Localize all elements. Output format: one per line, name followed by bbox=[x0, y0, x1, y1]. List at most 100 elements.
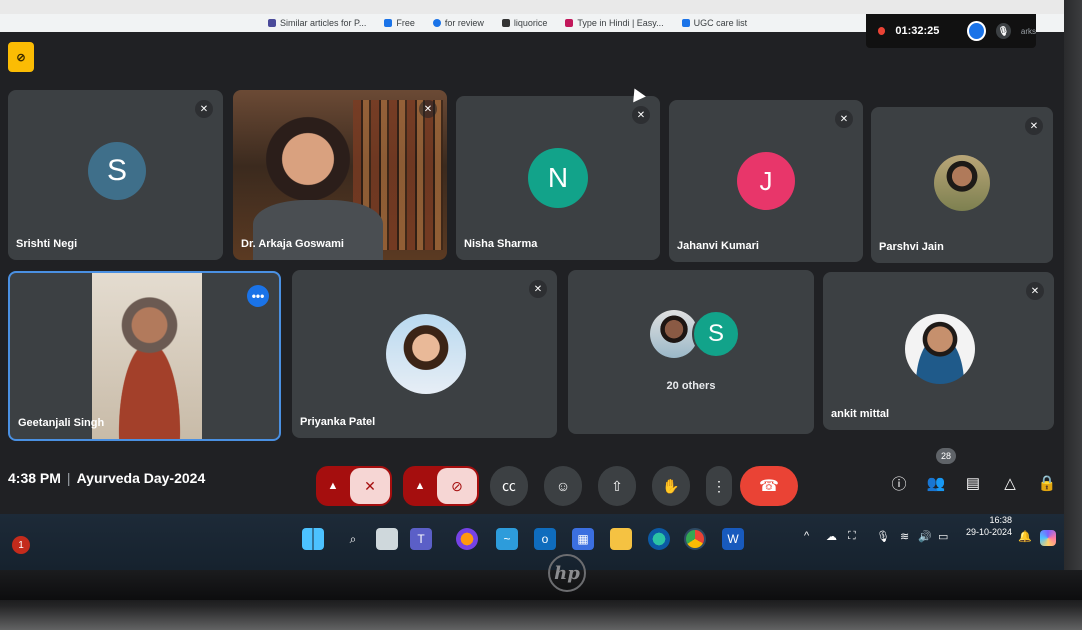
bookmark-icon bbox=[501, 19, 510, 27]
wifi-icon[interactable]: ≋ bbox=[900, 530, 909, 543]
raise-hand-button[interactable]: ✋ bbox=[652, 466, 690, 506]
participant-name: ankit mittal bbox=[831, 408, 890, 420]
recording-dot-icon bbox=[878, 27, 886, 35]
meeting-time: 4:38 PM bbox=[8, 470, 61, 486]
mic-off-icon: ✕ bbox=[632, 106, 650, 124]
task-view-icon[interactable] bbox=[376, 528, 398, 550]
activities-button[interactable]: △ bbox=[999, 472, 1021, 494]
person-figure bbox=[102, 293, 197, 439]
notifications-bell-icon[interactable]: 🔔 bbox=[1018, 530, 1032, 543]
profile-photo bbox=[650, 310, 698, 358]
bookmark-for-review[interactable]: for review bbox=[432, 18, 484, 28]
emoji-button[interactable]: ☺ bbox=[544, 466, 582, 506]
bookmark-free[interactable]: Free bbox=[384, 18, 415, 28]
bookmark-liquorice[interactable]: liquorice bbox=[501, 18, 547, 28]
avatar: S bbox=[692, 310, 740, 358]
bookmark-similar-articles[interactable]: Similar articles for P... bbox=[268, 18, 366, 28]
mic-icon[interactable]: 🎙 bbox=[996, 23, 1011, 39]
host-controls-button[interactable]: 🔒 bbox=[1036, 472, 1058, 494]
clock-time: 16:38 bbox=[989, 515, 1012, 525]
participant-tile[interactable]: ✕ Priyanka Patel bbox=[292, 270, 557, 438]
stop-recording-button[interactable] bbox=[967, 21, 987, 41]
volume-icon[interactable]: 🔊 bbox=[918, 530, 932, 543]
system-clock[interactable]: 16:38 29-10-2024 bbox=[962, 514, 1012, 538]
mic-toggle-button[interactable]: ✕ bbox=[350, 468, 390, 504]
present-button[interactable]: ⇧ bbox=[598, 466, 636, 506]
notification-badge[interactable]: 1 bbox=[12, 536, 30, 554]
outlook-icon[interactable]: o bbox=[534, 528, 556, 550]
participant-tile[interactable]: ✕ Parshvi Jain bbox=[871, 107, 1053, 263]
mic-off-icon: ✕ bbox=[835, 110, 853, 128]
captions-button[interactable]: ㏄ bbox=[490, 466, 528, 506]
chevron-up-icon[interactable]: ▲ bbox=[316, 480, 350, 492]
meeting-details: 4:38 PM | Ayurveda Day-2024 bbox=[8, 470, 205, 486]
participant-tile[interactable]: ✕ ankit mittal bbox=[823, 272, 1054, 430]
file-explorer-icon[interactable] bbox=[610, 528, 632, 550]
bookmarks-tail-text: arks bbox=[1020, 26, 1036, 36]
hp-logo: hp bbox=[548, 554, 586, 592]
person-body bbox=[253, 200, 383, 260]
end-call-button[interactable]: ☎ bbox=[740, 466, 798, 506]
participant-tile-video[interactable]: ✕ Dr. Arkaja Goswami bbox=[233, 90, 447, 260]
word-icon[interactable]: W bbox=[722, 528, 744, 550]
chevron-up-icon[interactable]: ^ bbox=[804, 530, 809, 542]
recording-time: 01:32:25 bbox=[895, 25, 940, 37]
search-icon[interactable]: ⌕ bbox=[342, 528, 364, 550]
participant-name: Srishti Negi bbox=[16, 238, 78, 250]
cloud-icon[interactable]: ☁ bbox=[826, 530, 837, 543]
mic-control-group: ▲ ✕ bbox=[316, 466, 392, 506]
bookmark-type-in-hindi[interactable]: Type in Hindi | Easy... bbox=[565, 18, 664, 28]
avatar: N bbox=[528, 148, 588, 208]
profile-photo bbox=[934, 155, 990, 211]
meeting-info-button[interactable]: ⓘ bbox=[888, 472, 910, 494]
profile-photo bbox=[905, 314, 975, 384]
mic-off-icon: ✕ bbox=[529, 280, 547, 298]
others-count-label: 20 others bbox=[666, 380, 716, 392]
bookmark-icon bbox=[565, 19, 574, 27]
bookmark-icon bbox=[681, 19, 690, 27]
mic-off-icon: ✕ bbox=[195, 100, 213, 118]
more-options-button[interactable]: ••• bbox=[247, 285, 269, 307]
bookmark-icon bbox=[268, 19, 276, 27]
firefox-icon[interactable] bbox=[456, 528, 478, 550]
edge-icon[interactable] bbox=[648, 528, 670, 550]
bookmark-icon bbox=[384, 19, 393, 27]
participant-name: Nisha Sharma bbox=[464, 238, 538, 250]
mic-icon[interactable]: 🎙 bbox=[876, 530, 890, 543]
copilot-icon[interactable] bbox=[1040, 530, 1056, 546]
participant-tile-active[interactable]: ••• Geetanjali Singh bbox=[8, 271, 281, 441]
teams-icon[interactable]: T bbox=[410, 528, 432, 550]
bookmark-ugc-care-list[interactable]: UGC care list bbox=[681, 18, 747, 28]
mic-off-icon: ✕ bbox=[419, 100, 437, 118]
participant-name: Dr. Arkaja Goswami bbox=[241, 238, 344, 250]
more-options-button[interactable]: ⋮ bbox=[706, 466, 732, 506]
participant-tile[interactable]: ✕ N Nisha Sharma bbox=[456, 96, 660, 260]
people-button[interactable]: 👥 bbox=[925, 472, 947, 494]
bookmark-icon bbox=[432, 19, 441, 27]
mic-off-icon: ✕ bbox=[1026, 282, 1044, 300]
avatar: J bbox=[737, 152, 795, 210]
meeting-screen: Similar articles for P... Free for revie… bbox=[0, 14, 1068, 570]
participant-name: Priyanka Patel bbox=[300, 416, 376, 428]
windows-start-icon[interactable] bbox=[302, 528, 324, 550]
profile-photo bbox=[386, 314, 466, 394]
bezel-right bbox=[1064, 0, 1082, 630]
meeting-title: Ayurveda Day-2024 bbox=[76, 470, 206, 486]
camera-off-icon[interactable]: ⊘ bbox=[8, 42, 34, 72]
chevron-up-icon[interactable]: ▲ bbox=[403, 480, 437, 492]
app-tray-icon[interactable]: ⛶ bbox=[848, 530, 856, 543]
others-tile[interactable]: S 20 others bbox=[568, 270, 814, 434]
app-icon[interactable]: ~ bbox=[496, 528, 518, 550]
participant-tile[interactable]: ✕ J Jahanvi Kumari bbox=[669, 100, 863, 262]
participant-tile[interactable]: ✕ S Srishti Negi bbox=[8, 90, 223, 260]
camera-toggle-button[interactable]: ⊘ bbox=[437, 468, 477, 504]
battery-icon[interactable]: ▭ bbox=[938, 530, 948, 543]
separator: | bbox=[66, 470, 71, 486]
app-icon[interactable]: ▦ bbox=[572, 528, 594, 550]
chrome-icon[interactable] bbox=[684, 528, 706, 550]
avatar: S bbox=[88, 142, 146, 200]
mic-off-icon: ✕ bbox=[1025, 117, 1043, 135]
participant-name: Geetanjali Singh bbox=[18, 417, 105, 429]
participant-name: Jahanvi Kumari bbox=[677, 240, 759, 252]
chat-button[interactable]: ▤ bbox=[962, 472, 984, 494]
